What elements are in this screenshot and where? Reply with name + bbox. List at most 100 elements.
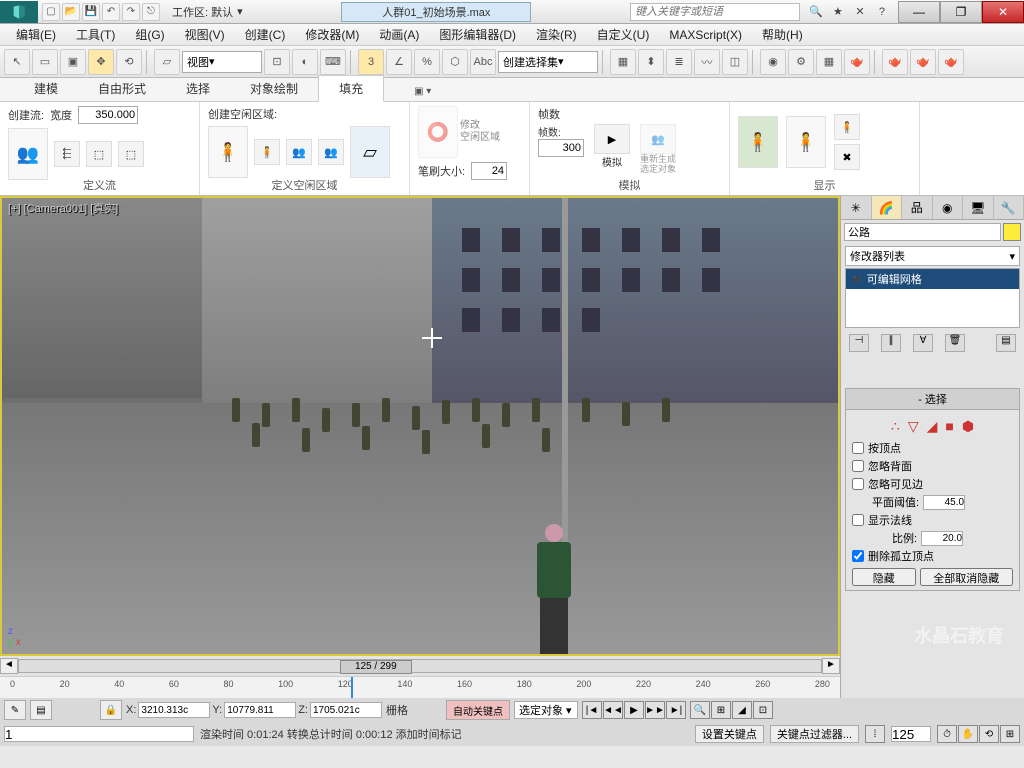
autokey-button[interactable]: 自动关键点 [446, 700, 510, 720]
scale-icon[interactable]: ▱ [154, 49, 180, 75]
flow-delete-icon[interactable]: ⬚ [118, 141, 144, 167]
flow-width-input[interactable] [78, 106, 138, 124]
ref-coord-combo[interactable]: 视图 ▾ [182, 51, 262, 73]
named-sel-icon[interactable]: Abc [470, 49, 496, 75]
undo-icon[interactable]: ↶ [102, 3, 120, 21]
tab-modeling[interactable]: 建模 [14, 76, 78, 101]
create-flow-btn[interactable]: 👥 [8, 128, 48, 180]
pin-stack-icon[interactable]: ⊣ [849, 334, 869, 352]
script-editor-icon[interactable]: ▤ [30, 700, 52, 720]
redo-icon[interactable]: ↷ [122, 3, 140, 21]
configure-icon[interactable]: ▤ [996, 334, 1016, 352]
current-frame-input[interactable] [891, 726, 931, 742]
flow-ramp-icon[interactable]: ⬱ [54, 141, 80, 167]
x-coord-input[interactable] [138, 702, 210, 718]
new-icon[interactable]: ▢ [42, 3, 60, 21]
manip-icon[interactable]: ◐ [292, 49, 318, 75]
rollout-header[interactable]: - 选择 [846, 389, 1019, 410]
open-icon[interactable]: 📂 [62, 3, 80, 21]
deleteisolated-checkbox[interactable] [852, 550, 864, 562]
menu-edit[interactable]: 编辑(E) [6, 24, 66, 45]
unique-icon[interactable]: ∀ [913, 334, 933, 352]
vertex-so-icon[interactable]: ∴ [891, 418, 900, 435]
slider-thumb[interactable]: 125 / 299 [340, 660, 412, 674]
current-frame-marker[interactable] [351, 677, 353, 698]
shownormals-checkbox[interactable] [852, 514, 864, 526]
curve-editor-icon[interactable]: 〰 [694, 49, 720, 75]
byvertex-checkbox[interactable] [852, 442, 864, 454]
tab-modify-icon[interactable]: 🌈 [872, 196, 903, 219]
regenerate-btn[interactable]: 👥 [640, 124, 676, 154]
time-slider[interactable]: ◄ 125 / 299 ► [0, 656, 840, 676]
create-idle-btn[interactable]: 🧍 [208, 126, 248, 178]
tab-create-icon[interactable]: ✳ [841, 196, 872, 219]
maximize-button[interactable]: ❐ [940, 1, 982, 23]
menu-create[interactable]: 创建(C) [235, 24, 296, 45]
link-icon[interactable]: ⎋ [142, 3, 160, 21]
element-so-icon[interactable]: ⬢ [962, 418, 974, 435]
app-logo[interactable] [0, 1, 38, 23]
tab-freeform[interactable]: 自由形式 [78, 76, 166, 101]
menu-help[interactable]: 帮助(H) [752, 24, 813, 45]
flow-width-icon[interactable]: ⬚ [86, 141, 112, 167]
modify-idle-btn[interactable]: ⭕ [418, 106, 458, 158]
idle-pair-icon[interactable]: 👥 [286, 139, 312, 165]
menu-tools[interactable]: 工具(T) [66, 24, 125, 45]
display-textured-btn[interactable]: 🧍 [738, 116, 778, 168]
poly-so-icon[interactable]: ■ [945, 418, 953, 435]
plane-thresh-input[interactable] [923, 495, 965, 510]
help-search-input[interactable] [630, 3, 800, 21]
menu-rendering[interactable]: 渲染(R) [526, 24, 587, 45]
stack-item-editmesh[interactable]: ◾ 可编辑网格 [846, 269, 1019, 289]
idle-single-icon[interactable]: 🧍 [254, 139, 280, 165]
fov-icon[interactable]: ◢ [732, 701, 752, 719]
lock-selection-icon[interactable]: 🔒 [100, 700, 122, 720]
script-listener-icon[interactable]: ✎ [4, 700, 26, 720]
show-end-icon[interactable]: ∥ [881, 334, 901, 352]
zoomext-icon[interactable]: ⊡ [753, 701, 773, 719]
maxscript-mini[interactable] [4, 726, 194, 742]
keymode-combo[interactable]: 选定对象 ▾ [514, 701, 578, 719]
minimize-button[interactable]: — [898, 1, 940, 23]
normal-scale-input[interactable] [921, 531, 963, 546]
setkey-button[interactable]: 设置关键点 [695, 725, 764, 743]
render-frame-icon[interactable]: ▦ [816, 49, 842, 75]
select-icon[interactable]: ↖ [4, 49, 30, 75]
render-prod-icon[interactable]: 🫖 [882, 49, 908, 75]
ignorebackface-checkbox[interactable] [852, 460, 864, 472]
tab-utilities-icon[interactable]: 🔧 [994, 196, 1024, 219]
menu-modifiers[interactable]: 修改器(M) [295, 24, 369, 45]
menu-group[interactable]: 组(G) [125, 24, 174, 45]
align-icon[interactable]: ⬍ [638, 49, 664, 75]
time-config-icon[interactable]: ⏱ [937, 725, 957, 743]
y-coord-input[interactable] [224, 702, 296, 718]
prev-frame-icon[interactable]: ◄◄ [603, 701, 623, 719]
ignorevisedge-checkbox[interactable] [852, 478, 864, 490]
keyfilter-button[interactable]: 关键点过滤器... [770, 725, 859, 743]
menu-grapheditors[interactable]: 图形编辑器(D) [429, 24, 526, 45]
move-icon[interactable]: ✥ [88, 49, 114, 75]
rect-select-icon[interactable]: ▭ [32, 49, 58, 75]
favorites-icon[interactable]: ★ [830, 4, 846, 20]
tab-display-icon[interactable]: 🖥 [963, 196, 994, 219]
window-crossing-icon[interactable]: ▣ [60, 49, 86, 75]
save-icon[interactable]: 💾 [82, 3, 100, 21]
snap-toggle-icon[interactable]: 3 [358, 49, 384, 75]
object-color-swatch[interactable] [1003, 223, 1021, 241]
menu-customize[interactable]: 自定义(U) [587, 24, 660, 45]
maximize-vp-icon[interactable]: ⊞ [1000, 725, 1020, 743]
close-button[interactable]: ✕ [982, 1, 1024, 23]
workspace-selector[interactable]: 工作区: 默认▾ [172, 4, 243, 20]
tab-populate[interactable]: 填充 [318, 75, 384, 102]
object-name-input[interactable] [844, 223, 1001, 241]
hide-button[interactable]: 隐藏 [852, 568, 916, 586]
menu-maxscript[interactable]: MAXScript(X) [659, 26, 752, 44]
remove-mod-icon[interactable]: 🗑 [945, 334, 965, 352]
play-icon[interactable]: ▶ [624, 701, 644, 719]
render-icon[interactable]: 🫖 [844, 49, 870, 75]
slider-track[interactable]: 125 / 299 [18, 659, 822, 673]
pivot-icon[interactable]: ⊡ [264, 49, 290, 75]
goto-start-icon[interactable]: |◄ [582, 701, 602, 719]
viewport-label[interactable]: [+] [Camera001] [真实] [8, 200, 118, 216]
prev-key-icon[interactable]: ◄ [0, 658, 18, 674]
